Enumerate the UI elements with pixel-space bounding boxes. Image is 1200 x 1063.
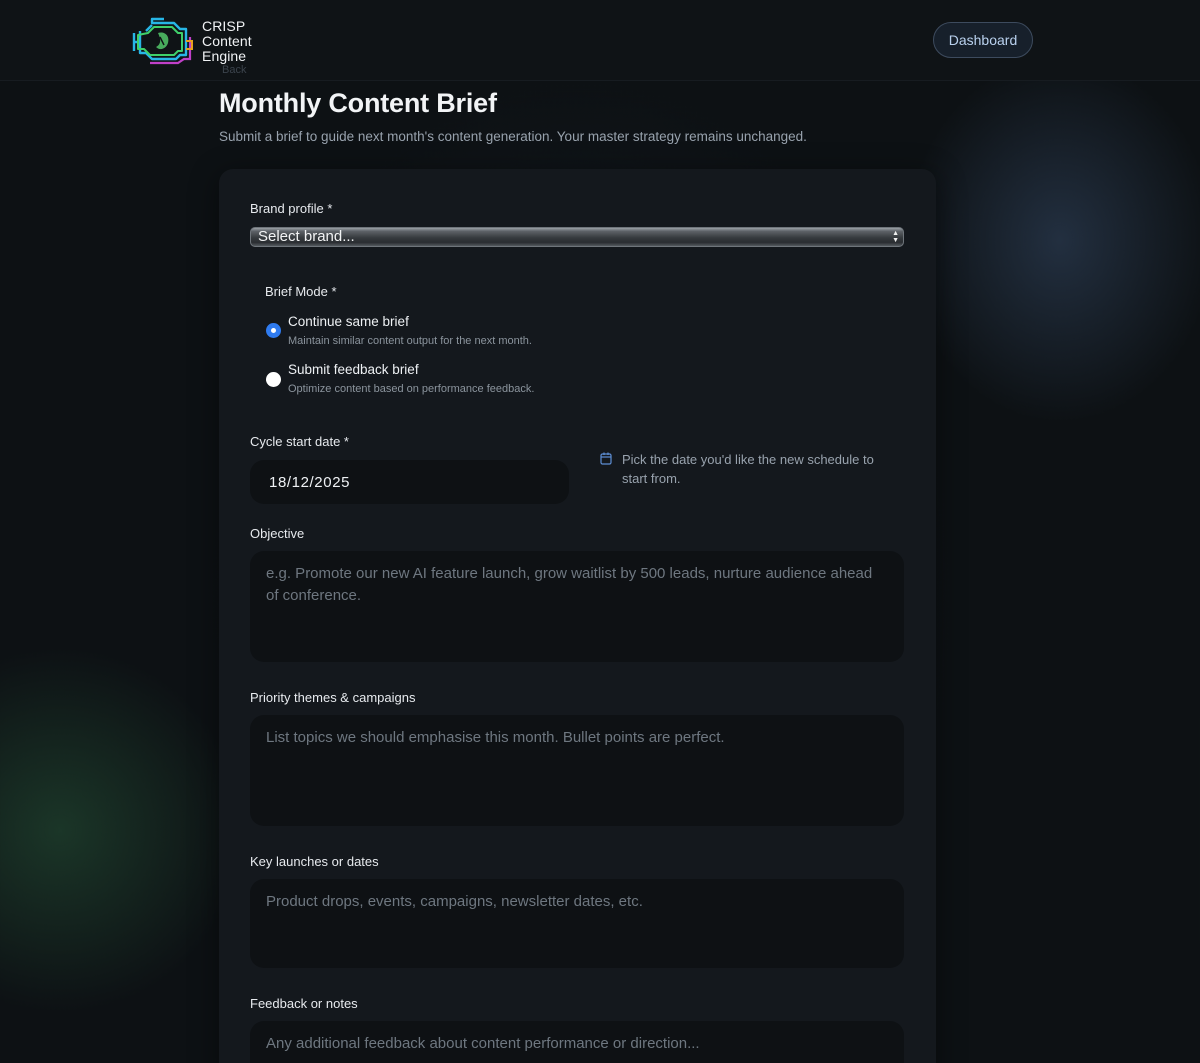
page-title: Monthly Content Brief (219, 88, 497, 118)
logo[interactable]: CRISP Content Engine (130, 14, 252, 68)
logo-line: Engine (202, 47, 247, 64)
option-description: Maintain similar content output for the … (288, 335, 532, 347)
feedback-notes-textarea[interactable]: Any additional feedback about content pe… (250, 1021, 904, 1063)
page-subtitle: Submit a brief to guide next month's con… (219, 129, 807, 144)
brand-select-value: Select brand... (258, 228, 355, 245)
date-hint: Pick the date you'd like the new schedul… (600, 450, 900, 488)
cycle-start-date-input[interactable]: 18/12/2025 (250, 460, 569, 504)
option-title[interactable]: Continue same brief (288, 314, 409, 329)
priority-themes-textarea[interactable]: List topics we should emphasise this mon… (250, 715, 904, 826)
key-launches-label: Key launches or dates (250, 854, 379, 869)
brand-select[interactable]: Select brand... ▲ ▼ (250, 227, 904, 247)
brand-profile-label: Brand profile * (250, 201, 333, 216)
priority-themes-label: Priority themes & campaigns (250, 690, 416, 705)
option-description: Optimize content based on performance fe… (288, 383, 535, 395)
back-link[interactable]: Back (222, 64, 246, 76)
key-launches-textarea[interactable]: Product drops, events, campaigns, newsle… (250, 879, 904, 968)
logo-line: CRISP (202, 17, 246, 34)
radio-submit-feedback-brief[interactable] (266, 372, 281, 387)
engine-logo-icon (132, 17, 193, 65)
calendar-icon (600, 452, 612, 465)
radio-continue-same-brief[interactable] (266, 323, 281, 338)
select-arrows-icon: ▲ ▼ (892, 230, 899, 244)
date-hint-text: Pick the date you'd like the new schedul… (622, 452, 874, 486)
logo-wordmark: CRISP Content Engine (202, 17, 252, 64)
top-bar: CRISP Content Engine Dashboard (0, 0, 1200, 81)
objective-textarea[interactable]: e.g. Promote our new AI feature launch, … (250, 551, 904, 662)
cycle-start-date-label: Cycle start date * (250, 434, 349, 449)
dashboard-button[interactable]: Dashboard (933, 22, 1033, 58)
logo-line: Content (202, 32, 252, 49)
option-title[interactable]: Submit feedback brief (288, 362, 419, 377)
objective-label: Objective (250, 526, 305, 541)
feedback-notes-label: Feedback or notes (250, 996, 358, 1011)
brief-mode-label: Brief Mode * (265, 284, 337, 299)
